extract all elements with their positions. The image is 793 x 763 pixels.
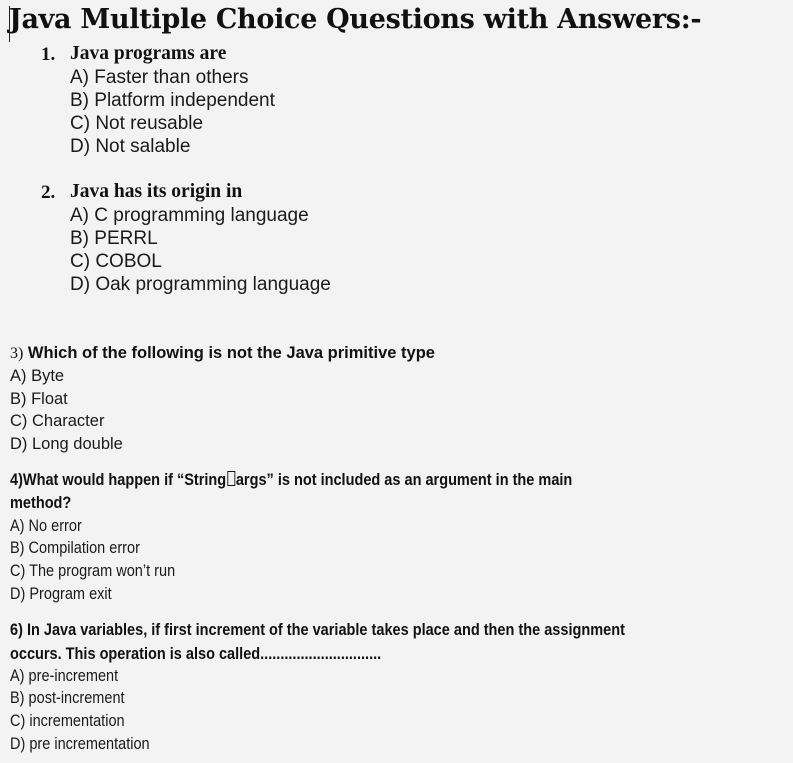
option-a: A) Faster than others bbox=[70, 67, 249, 88]
question-heading: 4)What would happen if “String args” is n… bbox=[10, 471, 572, 490]
option-c: C) Character bbox=[10, 412, 105, 430]
question-text-line-2: occurs. This operation is also called...… bbox=[10, 645, 382, 663]
question-number: 2. bbox=[41, 182, 56, 203]
option-d: D) Program exit bbox=[10, 585, 112, 603]
question-text: Java programs are bbox=[70, 43, 227, 64]
option-d: D) Oak programming language bbox=[70, 274, 331, 295]
option-d: D) Long double bbox=[10, 435, 123, 453]
option-d: D) pre incrementation bbox=[10, 735, 150, 753]
option-b: B) Float bbox=[10, 390, 68, 408]
document-title: Java Multiple Choice Questions with Answ… bbox=[9, 4, 702, 35]
question-heading: 3) Which of the following is not the Jav… bbox=[10, 344, 435, 363]
option-c: C) COBOL bbox=[70, 251, 162, 272]
option-b: B) Compilation error bbox=[10, 539, 140, 557]
question-text: Java has its origin in bbox=[70, 181, 243, 202]
question-text: In Java variables, if first increment of… bbox=[26, 621, 625, 639]
option-a: A) No error bbox=[10, 517, 82, 535]
option-a: A) C programming language bbox=[70, 205, 309, 226]
option-b: B) Platform independent bbox=[70, 90, 275, 111]
option-c: C) incrementation bbox=[10, 712, 125, 730]
option-a: A) pre-increment bbox=[10, 667, 119, 685]
option-c: C) Not reusable bbox=[70, 113, 204, 134]
question-text-part-2: args” is not included as an argument in … bbox=[235, 471, 573, 489]
question-text-line-2: method? bbox=[10, 494, 72, 512]
question-heading: 6) In Java variables, if first increment… bbox=[10, 621, 625, 640]
option-b: B) PERRL bbox=[70, 228, 158, 249]
option-a: A) Byte bbox=[10, 367, 65, 385]
question-number: 3) bbox=[10, 345, 24, 362]
question-number: 4) bbox=[10, 471, 23, 489]
question-text-part-1: What would happen if “String bbox=[22, 471, 227, 489]
option-c: C) The program won’t run bbox=[10, 562, 176, 580]
missing-glyph-box-icon bbox=[227, 471, 235, 486]
question-number: 6) bbox=[10, 621, 23, 639]
option-d: D) Not salable bbox=[70, 136, 191, 157]
option-b: B) post-increment bbox=[10, 689, 125, 707]
question-text: Which of the following is not the Java p… bbox=[27, 344, 435, 362]
question-number: 1. bbox=[41, 44, 56, 65]
